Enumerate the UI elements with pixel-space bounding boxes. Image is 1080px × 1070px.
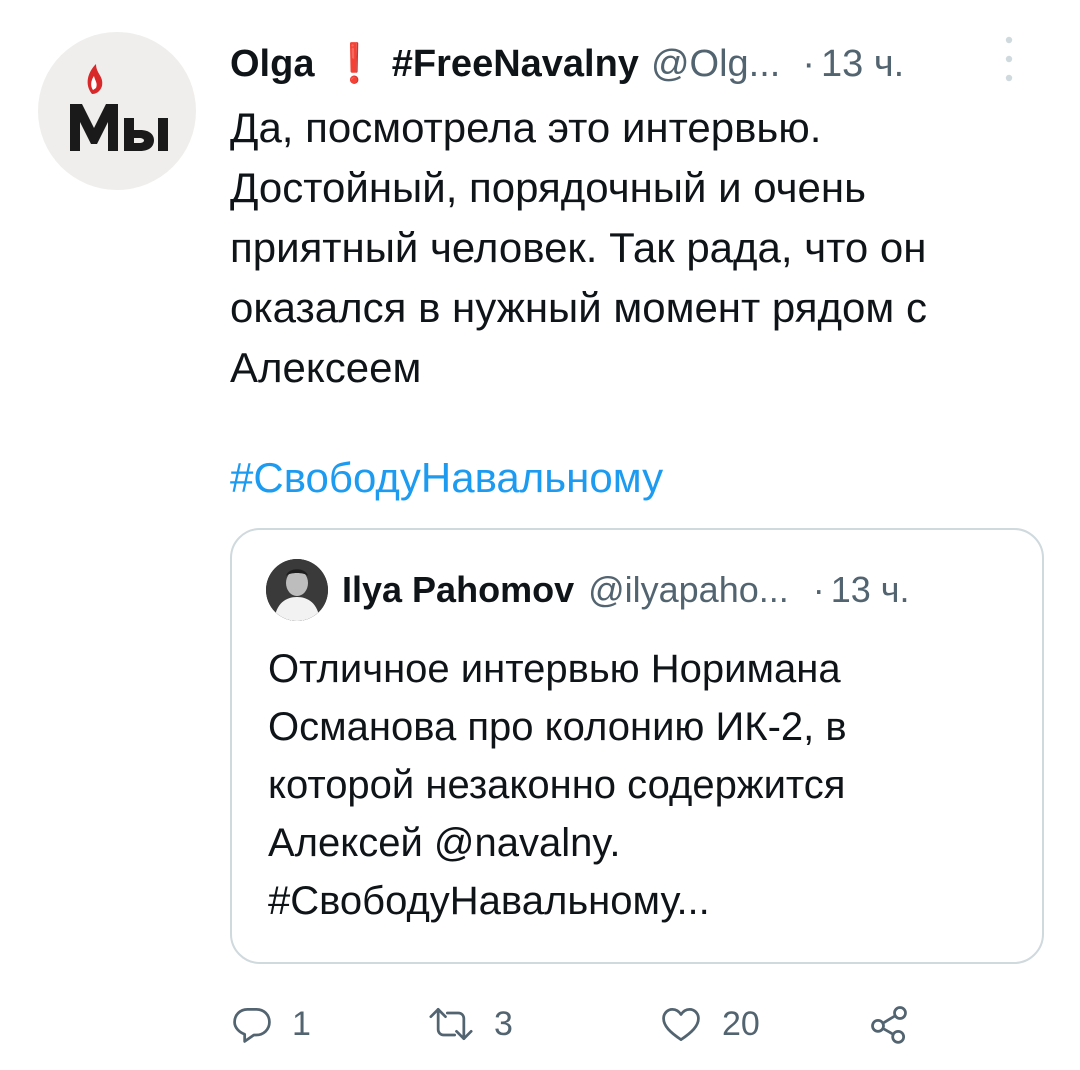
avatar[interactable] (38, 32, 196, 190)
display-name[interactable]: Olga (230, 43, 314, 86)
display-name-hashtag[interactable]: #FreeNavalny (392, 43, 639, 86)
tweet-header: Olga ❗ #FreeNavalny @Olg... · 13 ч. (230, 36, 1040, 92)
retweet-button[interactable]: 3 (426, 996, 513, 1052)
like-count: 20 (722, 1004, 760, 1043)
exclamation-icon: ❗ (330, 43, 378, 85)
quoted-tweet[interactable]: Ilya Pahomov @ilyapaho... · 13 ч. Отличн… (230, 528, 1044, 964)
quoted-timestamp[interactable]: 13 ч. (831, 569, 910, 611)
tweet[interactable]: Olga ❗ #FreeNavalny @Olg... · 13 ч. Да, … (0, 0, 1080, 1070)
separator-dot: · (802, 42, 815, 85)
hashtag-link[interactable]: #СвободуНавальному (230, 448, 663, 508)
user-handle[interactable]: @Olg... (651, 43, 780, 86)
share-button[interactable] (866, 996, 930, 1052)
more-vertical-icon[interactable] (994, 34, 1024, 84)
reply-icon (233, 1007, 271, 1043)
tweet-body: Да, посмотрела это интервью. Достойный, … (230, 98, 1030, 398)
retweet-count: 3 (494, 1004, 513, 1043)
quoted-user-handle[interactable]: @ilyapaho... (588, 569, 789, 611)
reply-count: 1 (292, 1004, 311, 1043)
reply-button[interactable]: 1 (230, 996, 311, 1052)
like-button[interactable]: 20 (658, 996, 760, 1052)
like-icon (662, 1007, 700, 1041)
separator-dot: · (812, 569, 825, 610)
timestamp[interactable]: 13 ч. (821, 43, 904, 86)
action-bar: 1 3 20 (230, 996, 930, 1052)
quoted-display-name[interactable]: Ilya Pahomov (342, 569, 574, 611)
quoted-tweet-text: Отличное интервью Норимана Османова про … (268, 647, 847, 923)
my-logo-icon (62, 56, 172, 166)
retweet-icon (429, 1007, 473, 1041)
quoted-avatar[interactable] (266, 559, 328, 621)
share-icon (871, 1006, 907, 1044)
quoted-tweet-header: Ilya Pahomov @ilyapaho... · 13 ч. (266, 559, 1012, 621)
tweet-text: Да, посмотрела это интервью. Достойный, … (230, 104, 927, 391)
